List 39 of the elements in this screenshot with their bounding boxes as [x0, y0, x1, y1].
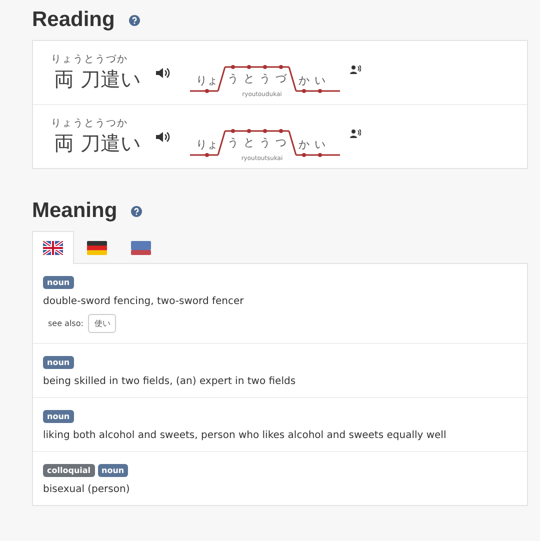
pitch-slope [217, 130, 226, 156]
speaker-icon[interactable] [156, 130, 170, 142]
mora-text: う [226, 135, 240, 151]
russian-flag-icon [131, 241, 151, 255]
pitch-slope [288, 130, 297, 156]
pitch-slope [217, 66, 226, 92]
tag-badge: noun [43, 276, 74, 289]
person-audio-icon[interactable] [350, 65, 361, 74]
gloss-text: bisexual (person) [43, 484, 131, 495]
pitch-slope [288, 66, 297, 92]
person-audio-icon[interactable] [350, 129, 361, 138]
tag-badge: noun [43, 356, 74, 369]
language-tab[interactable] [32, 231, 74, 264]
help-icon[interactable] [128, 14, 140, 26]
section-title: Meaning [32, 199, 118, 223]
see-also-link[interactable]: 使い [88, 314, 116, 333]
tag-badge: noun [43, 410, 74, 423]
uk-flag-icon [43, 241, 63, 255]
gloss-text: being skilled in two fields, (an) expert in two fields [43, 376, 297, 387]
section-title: Reading [32, 8, 115, 32]
gloss-text: double-sword fencing, two-sword fencer [43, 296, 245, 307]
kanji-text: 両 刀遣い [54, 130, 142, 157]
mora-text: か [298, 73, 310, 89]
mora-text: い [314, 137, 326, 153]
mora-text: う [226, 71, 240, 87]
tag-badge: noun [98, 464, 128, 477]
see-also-label: see also: [48, 319, 84, 328]
german-flag-icon [87, 241, 107, 255]
mora-text: い [314, 73, 326, 89]
gloss-text: liking both alcohol and sweets, person who likes alcohol and sweets equally well [43, 430, 448, 441]
mora-text: か [298, 137, 310, 153]
speaker-icon[interactable] [156, 66, 170, 78]
mora-text: りょ [196, 137, 218, 153]
kanji-text: 両 刀遣い [54, 66, 142, 93]
help-icon[interactable] [131, 206, 142, 216]
furigana-text: りょうとうづか [51, 53, 129, 66]
furigana-text: りょうとうつか [51, 117, 129, 130]
mora-text: りょ [196, 73, 218, 89]
tag-badge: colloquial [43, 464, 95, 477]
